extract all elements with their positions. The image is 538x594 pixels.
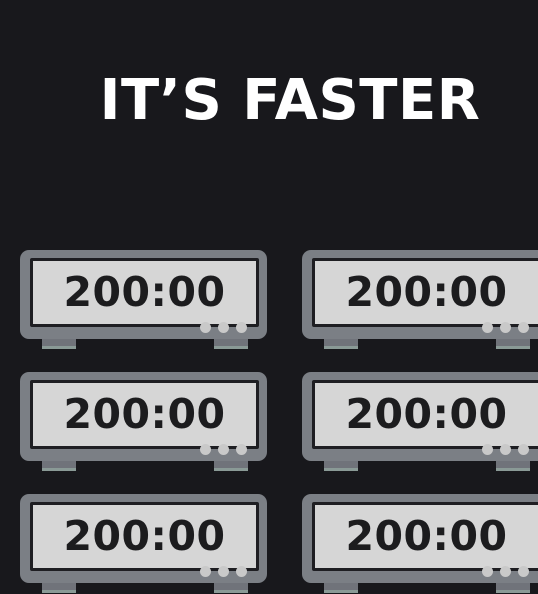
indicator-dot-icon — [200, 566, 211, 577]
indicator-dot-icon — [518, 444, 529, 455]
indicator-dot-icon — [218, 444, 229, 455]
clock-time: 200:00 — [345, 512, 508, 560]
indicator-dot-icon — [236, 444, 247, 455]
digital-clock: 200:00 — [20, 494, 267, 594]
clock-time: 200:00 — [63, 390, 226, 438]
indicator-dot-icon — [218, 566, 229, 577]
indicator-dot-icon — [482, 322, 493, 333]
clock-time: 200:00 — [345, 268, 508, 316]
indicator-dot-icon — [200, 322, 211, 333]
indicator-dot-icon — [200, 444, 211, 455]
indicator-dot-icon — [518, 322, 529, 333]
clock-body: 200:00 — [20, 494, 267, 583]
digital-clock: 200:00 — [20, 250, 267, 350]
clock-time: 200:00 — [345, 390, 508, 438]
clock-body: 200:00 — [302, 372, 538, 461]
clock-display: 200:00 — [312, 502, 538, 571]
indicator-dot-icon — [500, 444, 511, 455]
indicator-dot-icon — [236, 322, 247, 333]
indicator-dot-icon — [236, 566, 247, 577]
digital-clock: 200:00 — [302, 250, 538, 350]
indicator-dot-icon — [218, 322, 229, 333]
clock-display: 200:00 — [30, 258, 259, 327]
clock-display: 200:00 — [30, 502, 259, 571]
digital-clock: 200:00 — [20, 372, 267, 472]
clock-body: 200:00 — [302, 250, 538, 339]
indicator-dot-icon — [500, 322, 511, 333]
digital-clock: 200:00 — [302, 494, 538, 594]
indicator-dot-icon — [518, 566, 529, 577]
indicator-dot-icon — [482, 566, 493, 577]
clock-body: 200:00 — [20, 372, 267, 461]
clock-time: 200:00 — [63, 268, 226, 316]
clock-display: 200:00 — [312, 258, 538, 327]
headline: IT’S FASTER — [99, 68, 481, 133]
indicator-dot-icon — [482, 444, 493, 455]
clock-body: 200:00 — [302, 494, 538, 583]
indicator-dot-icon — [500, 566, 511, 577]
clock-display: 200:00 — [312, 380, 538, 449]
clock-body: 200:00 — [20, 250, 267, 339]
clock-display: 200:00 — [30, 380, 259, 449]
digital-clock: 200:00 — [302, 372, 538, 472]
clock-time: 200:00 — [63, 512, 226, 560]
